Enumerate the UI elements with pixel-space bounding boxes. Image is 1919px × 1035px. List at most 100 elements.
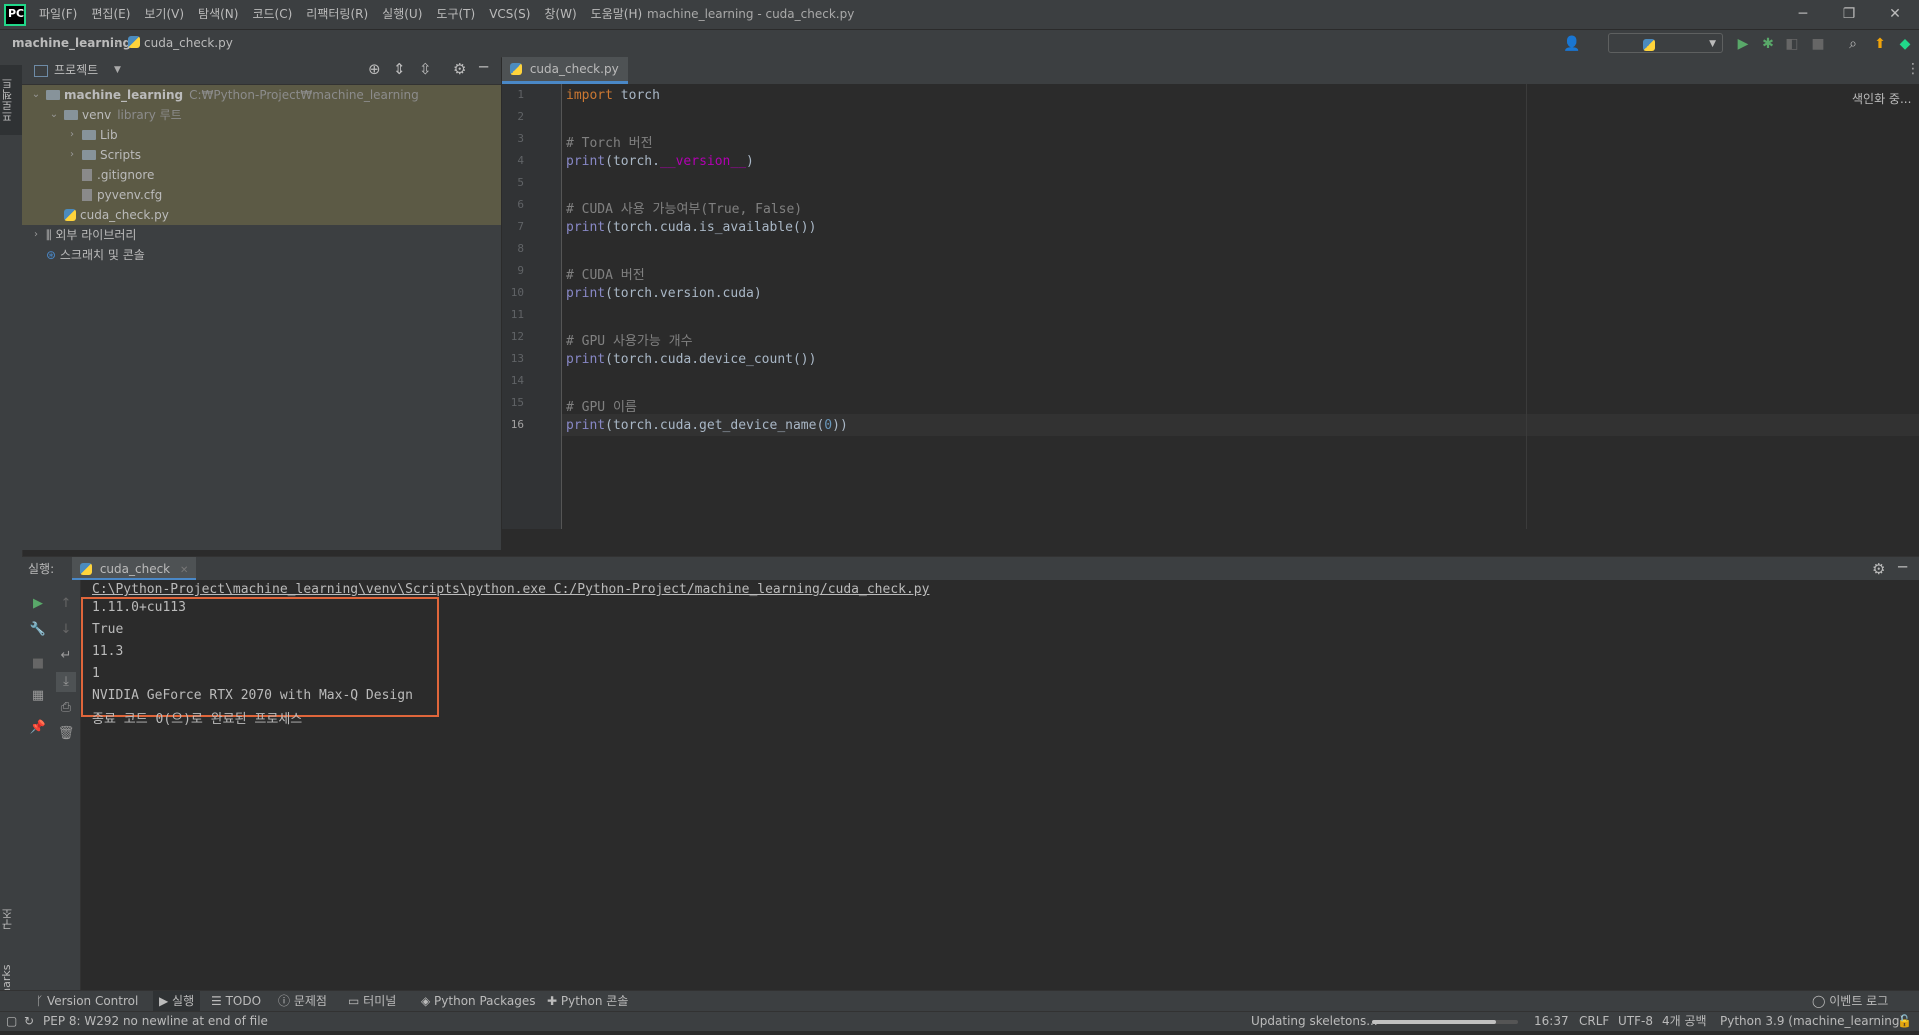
tab-run-label: 실행 bbox=[172, 994, 195, 1008]
stop-icon[interactable]: ■ bbox=[28, 654, 48, 674]
gear-icon[interactable]: ⚙ bbox=[453, 60, 466, 78]
layout-icon[interactable]: ▦ bbox=[28, 686, 48, 706]
tree-item-content: pyvenv.cfg bbox=[82, 185, 162, 205]
status-bar: ▢ ↻ PEP 8: W292 no newline at end of fil… bbox=[0, 1011, 1919, 1031]
run-tab-cuda-check[interactable]: cuda_check ✕ bbox=[72, 557, 197, 581]
jetbrains-icon[interactable]: ◆ bbox=[1895, 34, 1915, 54]
up-arrow-icon[interactable]: ↑ bbox=[56, 594, 76, 614]
search-icon[interactable]: ⌕ bbox=[1843, 34, 1863, 54]
menu-item[interactable]: 편집(E) bbox=[84, 0, 137, 29]
code-editor[interactable]: 색인화 중... import torch # Torch 버전 print(tor… bbox=[562, 84, 1919, 529]
run-console[interactable]: C:\Python-Project\machine_learning\venv\… bbox=[81, 580, 1919, 990]
stop-icon[interactable]: ■ bbox=[1808, 34, 1828, 54]
sync-icon: ↻ bbox=[24, 1014, 35, 1028]
chevron-right-icon[interactable]: › bbox=[66, 125, 78, 145]
tab-todo[interactable]: ☰ TODO bbox=[211, 991, 261, 1012]
tab-python-console-label: Python 콘솔 bbox=[560, 994, 629, 1008]
line-number: 1 bbox=[517, 88, 524, 101]
structure-tool-tab[interactable]: 구조 bbox=[0, 899, 22, 939]
status-indent[interactable]: 4개 공백 bbox=[1662, 1012, 1707, 1031]
menu-item[interactable]: 창(W) bbox=[537, 0, 583, 29]
tab-run[interactable]: ▶ 실행 bbox=[153, 991, 201, 1012]
code-comment: # GPU 사용가능 개수 bbox=[566, 334, 693, 349]
chevron-right-icon[interactable]: › bbox=[30, 225, 42, 245]
close-tab-icon[interactable]: ✕ bbox=[180, 565, 188, 576]
run-icon[interactable]: ▶ bbox=[1733, 34, 1753, 54]
tree-item[interactable]: › Scripts bbox=[22, 145, 501, 165]
expand-all-icon[interactable]: ⇕ bbox=[393, 60, 406, 78]
tab-python-console[interactable]: ✚ Python 콘솔 bbox=[547, 991, 628, 1012]
wrench-icon[interactable]: 🔧 bbox=[28, 620, 48, 640]
code-builtin: print bbox=[566, 352, 606, 367]
minimize-button[interactable]: ─ bbox=[1780, 0, 1826, 29]
hide-panel-icon[interactable]: ─ bbox=[479, 58, 488, 76]
run-configuration-select[interactable]: cuda_check ▼ bbox=[1608, 33, 1723, 71]
chevron-down-icon[interactable]: ⌄ bbox=[48, 105, 60, 125]
close-window-button[interactable]: ✕ bbox=[1872, 0, 1918, 29]
down-arrow-icon[interactable]: ↓ bbox=[56, 620, 76, 640]
tab-python-packages[interactable]: ◈ Python Packages bbox=[421, 991, 535, 1012]
code-comment: # Torch 버전 bbox=[566, 136, 653, 151]
layout-toggle-icon[interactable]: ▢ bbox=[6, 1012, 17, 1031]
soft-wrap-icon[interactable]: ↵ bbox=[56, 646, 76, 666]
chevron-down-icon[interactable]: ⌄ bbox=[30, 85, 42, 105]
tree-item[interactable]: .gitignore bbox=[22, 165, 501, 185]
rerun-icon[interactable]: ▶ bbox=[28, 594, 48, 614]
breadcrumb-separator-icon: › bbox=[114, 36, 119, 50]
tree-item[interactable]: cuda_check.py bbox=[22, 205, 501, 225]
more-options-icon[interactable]: ⋮ bbox=[1906, 61, 1919, 77]
status-encoding[interactable]: UTF-8 bbox=[1618, 1012, 1653, 1031]
menu-item[interactable]: 실행(U) bbox=[375, 0, 429, 29]
menu-item[interactable]: VCS(S) bbox=[482, 0, 537, 29]
tree-item[interactable]: pyvenv.cfg bbox=[22, 185, 501, 205]
status-message: PEP 8: W292 no newline at end of file bbox=[43, 1014, 268, 1028]
menu-item[interactable]: 탐색(N) bbox=[191, 0, 245, 29]
hide-panel-icon[interactable]: ─ bbox=[1898, 558, 1907, 576]
status-position[interactable]: 16:37 bbox=[1534, 1012, 1569, 1031]
project-panel: 프로젝트 ▼ ⊕ ⇕ ⇳ ⚙ ─ ⌄ machine_learning C:₩Pyt… bbox=[22, 57, 501, 550]
print-icon[interactable]: ⎙ bbox=[56, 698, 76, 718]
menu-item[interactable]: 코드(C) bbox=[245, 0, 299, 29]
collapse-all-icon[interactable]: ⇳ bbox=[419, 60, 432, 78]
locate-file-icon[interactable]: ⊕ bbox=[368, 60, 381, 78]
gear-icon[interactable]: ⚙ bbox=[1872, 560, 1885, 578]
chevron-right-icon[interactable]: › bbox=[66, 145, 78, 165]
console-exit-message: 종료 코드 0(으)로 완료된 프로세스 bbox=[92, 712, 303, 727]
tree-item[interactable]: ⌄ venv library 루트 bbox=[22, 105, 501, 125]
pin-icon[interactable]: 📌 bbox=[28, 718, 48, 738]
tab-event-log[interactable]: ◯ 이벤트 로그 bbox=[1812, 991, 1888, 1012]
tab-terminal[interactable]: ▭ 터미널 bbox=[348, 991, 396, 1012]
coverage-icon[interactable]: ◧ bbox=[1782, 34, 1802, 54]
debug-icon[interactable]: ✱ bbox=[1758, 34, 1778, 54]
menu-item[interactable]: 리팩터링(R) bbox=[299, 0, 375, 29]
project-tool-tab[interactable]: 프로젝트 bbox=[0, 65, 22, 135]
code-line: print(torch.cuda.device_count()) bbox=[566, 352, 816, 367]
trash-icon[interactable]: 🗑 bbox=[56, 724, 76, 744]
tab-problems[interactable]: ⓘ 문제점 bbox=[278, 991, 327, 1012]
tab-version-control[interactable]: ᚴ Version Control bbox=[36, 991, 138, 1012]
editor-tab-label: cuda_check.py bbox=[529, 62, 619, 76]
status-interpreter[interactable]: Python 3.9 (machine_learning) bbox=[1720, 1012, 1904, 1031]
tab-cuda-check-py[interactable]: cuda_check.py ✕ bbox=[502, 57, 628, 100]
menu-item[interactable]: 보기(V) bbox=[137, 0, 191, 29]
project-panel-title[interactable]: 프로젝트 bbox=[54, 57, 98, 84]
menu-item[interactable]: 도구(T) bbox=[429, 0, 482, 29]
tree-item[interactable]: › Lib bbox=[22, 125, 501, 145]
tree-item[interactable]: ⌄ machine_learning C:₩Python-Project₩machi… bbox=[22, 85, 501, 105]
indexing-status: 색인화 중... bbox=[1852, 92, 1912, 106]
menu-item[interactable]: 도움말(H) bbox=[584, 0, 650, 29]
breadcrumb-file[interactable]: cuda_check.py bbox=[144, 30, 233, 57]
bottom-tool-tabs: ᚴ Version Control ▶ 실행 ☰ TODO ⓘ 문제점 ▭ 터미… bbox=[0, 990, 1919, 1012]
update-icon[interactable]: ⬆ bbox=[1870, 34, 1890, 54]
file-icon bbox=[82, 189, 92, 201]
code-line: # GPU 이름 bbox=[566, 396, 637, 415]
chevron-down-icon[interactable]: ▼ bbox=[114, 57, 121, 84]
lock-icon[interactable]: 🔓 bbox=[1897, 1012, 1912, 1031]
menu-item[interactable]: 파일(F) bbox=[32, 0, 84, 29]
status-line-separator[interactable]: CRLF bbox=[1579, 1012, 1609, 1031]
code-builtin: print bbox=[566, 418, 606, 433]
packages-icon: ◈ bbox=[421, 994, 435, 1008]
user-icon[interactable]: 👤 bbox=[1562, 34, 1582, 54]
scroll-to-end-icon[interactable]: ⤓ bbox=[56, 672, 76, 692]
restore-button[interactable]: ❐ bbox=[1826, 0, 1872, 29]
